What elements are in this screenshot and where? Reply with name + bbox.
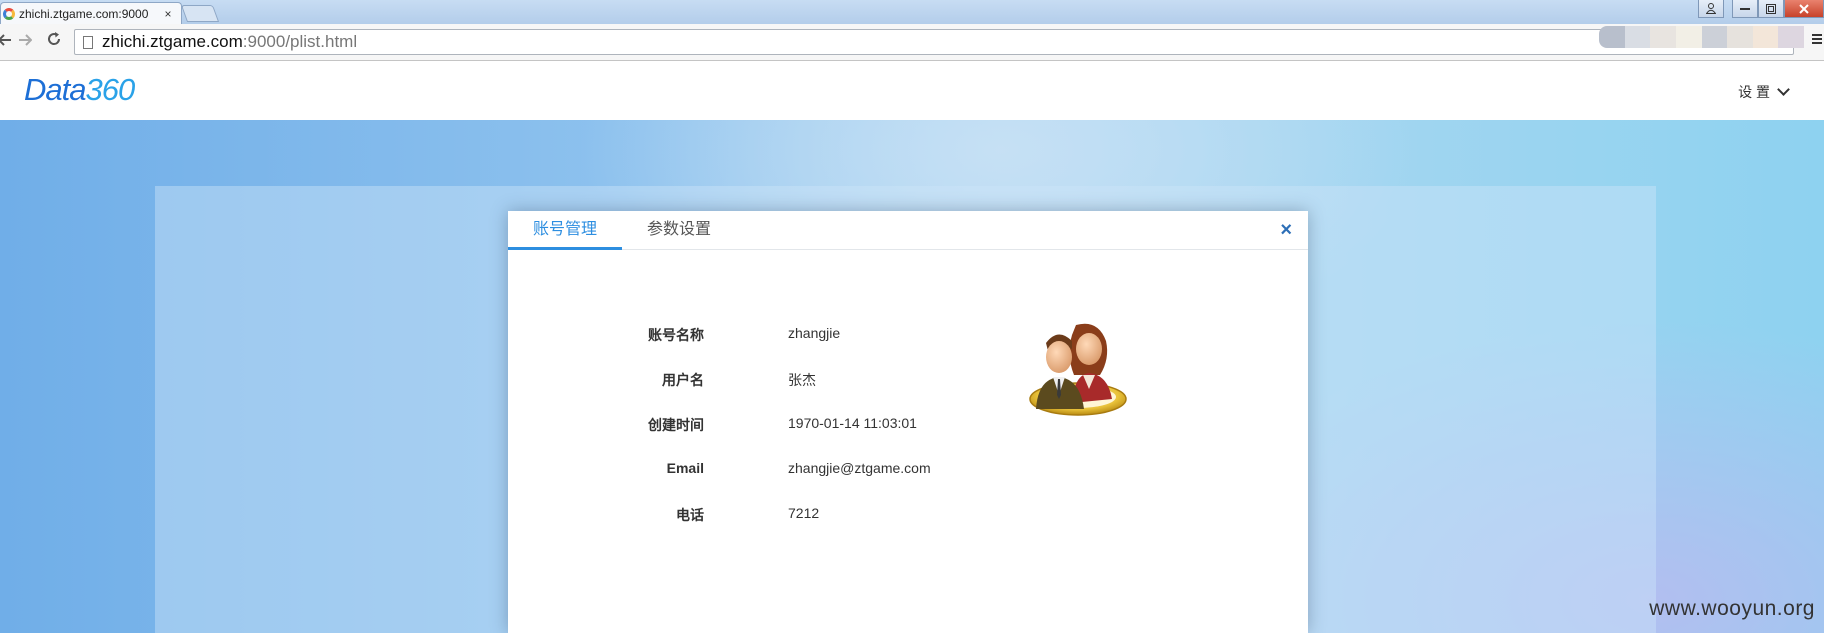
field-row-created: 创建时间 1970-01-14 11:03:01 — [508, 415, 1008, 435]
profile-icon[interactable] — [1698, 0, 1724, 18]
forward-icon[interactable] — [14, 31, 36, 53]
field-value: zhangjie@ztgame.com — [788, 460, 931, 476]
modal-tabs: 账号管理 参数设置 × — [508, 211, 1308, 250]
settings-label: 设 置 — [1738, 84, 1770, 100]
field-value: 7212 — [788, 505, 820, 521]
field-label: 账号名称 — [648, 327, 704, 343]
account-modal: 账号管理 参数设置 × 账号名称 zhangjie 用户名 张杰 创建时间 19… — [508, 211, 1308, 633]
page-icon — [83, 35, 93, 49]
close-icon[interactable]: × — [1280, 219, 1292, 242]
browser-tab[interactable]: zhichi.ztgame.com:9000 × — [0, 2, 182, 24]
url-host: zhichi.ztgame.com — [102, 32, 243, 51]
app-header: Data360 设 置 — [0, 62, 1824, 120]
browser-toolbar: zhichi.ztgame.com :9000/plist.html — [0, 24, 1824, 61]
users-avatar-icon — [1028, 319, 1128, 419]
maximize-button[interactable] — [1758, 0, 1784, 18]
reload-icon[interactable] — [43, 31, 65, 53]
settings-menu[interactable]: 设 置 — [1738, 82, 1790, 102]
field-label: Email — [666, 460, 704, 476]
field-label: 电话 — [676, 507, 704, 523]
logo-text: Data — [24, 72, 86, 107]
window-close-button[interactable] — [1784, 0, 1824, 18]
minimize-button[interactable] — [1732, 0, 1758, 18]
field-value: 1970-01-14 11:03:01 — [788, 415, 917, 431]
address-bar[interactable]: zhichi.ztgame.com :9000/plist.html — [74, 29, 1794, 55]
logo-number: 360 — [85, 72, 135, 107]
tab-title: zhichi.ztgame.com:9000 — [19, 6, 149, 21]
new-tab-button[interactable] — [180, 5, 220, 22]
url-path: :9000/plist.html — [242, 32, 358, 51]
field-value: zhangjie — [788, 325, 841, 341]
field-label: 用户名 — [662, 372, 704, 388]
logo[interactable]: Data360 — [24, 72, 135, 108]
watermark: www.wooyun.org — [1649, 597, 1815, 620]
field-value: 张杰 — [788, 372, 816, 388]
field-row-email: Email zhangjie@ztgame.com — [508, 460, 1008, 480]
browser-tabstrip: zhichi.ztgame.com:9000 × — [0, 0, 1824, 24]
field-row-account: 账号名称 zhangjie — [508, 325, 1008, 345]
tab-account-management[interactable]: 账号管理 — [508, 211, 622, 250]
field-row-username: 用户名 张杰 — [508, 370, 1008, 390]
tab-parameter-settings[interactable]: 参数设置 — [622, 211, 736, 250]
field-label: 创建时间 — [648, 417, 704, 433]
extension-icons — [1599, 26, 1804, 48]
menu-icon[interactable] — [1812, 32, 1822, 50]
tab-close-button[interactable]: × — [161, 7, 175, 21]
favicon-icon — [3, 7, 15, 20]
field-row-phone: 电话 7212 — [508, 505, 1008, 525]
chevron-down-icon — [1777, 83, 1790, 96]
